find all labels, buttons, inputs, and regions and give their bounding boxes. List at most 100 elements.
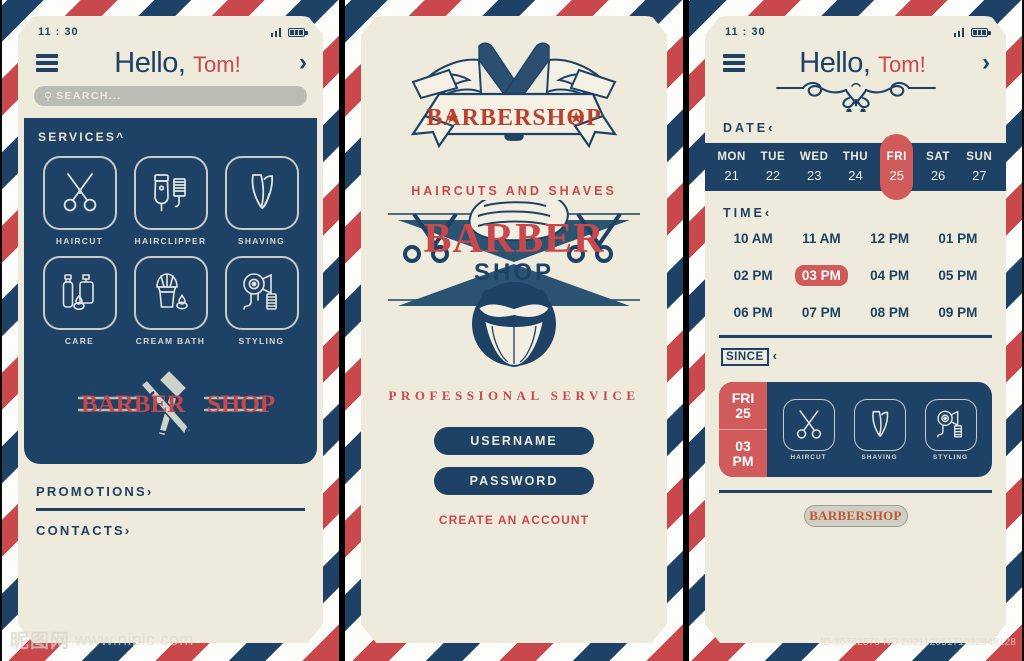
status-bar: 11 : 30 xyxy=(18,16,323,42)
time-slot[interactable]: 11 AM xyxy=(787,228,855,249)
day-thu[interactable]: THU 24 xyxy=(835,151,876,183)
screenshot-stage: 11 : 30 Hello, Tom! › ⚲ SEARCH... SERVIC… xyxy=(0,0,1024,661)
page-title: Hello, Tom! xyxy=(68,48,287,78)
phone-screen-login: BARBERSHOP ★ ★ HAIRCUTS AND SHAVES BARBE… xyxy=(361,16,667,643)
day-fri[interactable]: FRI 25 xyxy=(876,151,917,183)
service-label: CREAM BATH xyxy=(135,336,206,347)
link-promotions[interactable]: PROMOTIONS› xyxy=(36,478,305,505)
panel-separator xyxy=(339,0,345,661)
since-section-header[interactable]: SINCE ‹ xyxy=(705,344,1006,374)
straight-razor-icon xyxy=(224,156,299,231)
service-shaving[interactable]: SHAVING xyxy=(220,156,303,246)
booking-service-styling[interactable]: STYLING xyxy=(924,398,977,461)
link-label: CONTACTS xyxy=(36,522,125,538)
service-label: SHAVING xyxy=(237,236,286,247)
phone-screen-home: 11 : 30 Hello, Tom! › ⚲ SEARCH... SERVIC… xyxy=(18,16,323,643)
hair-dryer-icon xyxy=(924,398,977,451)
time-slot[interactable]: 09 PM xyxy=(924,302,992,323)
booking-date: FRI 25 xyxy=(719,382,767,431)
booking-services: HAIRCUT SHAVING STYLING xyxy=(767,382,992,477)
time-slot[interactable]: 01 PM xyxy=(924,228,992,249)
booking-datetime: FRI 25 03 PM xyxy=(719,382,767,478)
hair-dryer-icon xyxy=(224,256,299,331)
day-sat[interactable]: SAT 26 xyxy=(917,151,958,183)
password-button[interactable]: PASSWORD xyxy=(434,467,594,495)
chevron-right-icon[interactable]: › xyxy=(297,51,307,75)
since-badge: SINCE xyxy=(721,347,769,367)
booking-service-shaving[interactable]: SHAVING xyxy=(853,398,906,461)
divider xyxy=(719,490,992,493)
services-section: SERVICES^ HAIRCUT HAIRCLIPPER SHAVING CA… xyxy=(24,118,317,465)
time-slot[interactable]: 05 PM xyxy=(924,265,992,286)
booking-service-haircut[interactable]: HAIRCUT xyxy=(782,398,835,461)
link-contacts[interactable]: CONTACTS› xyxy=(36,517,305,544)
greeting-text: Hello, xyxy=(799,47,871,79)
service-cream-bath[interactable]: CREAM BATH xyxy=(129,256,212,346)
filigree-divider-icon xyxy=(705,78,1006,113)
brand-lockup: BARBER SHOP xyxy=(38,358,303,454)
signal-bars-icon xyxy=(953,27,964,37)
svg-text:★: ★ xyxy=(445,110,459,127)
time-slot[interactable]: 12 PM xyxy=(856,228,924,249)
svg-text:SHOP: SHOP xyxy=(474,259,554,286)
hamburger-menu-icon[interactable] xyxy=(36,54,58,72)
status-indicators xyxy=(270,27,308,37)
svg-text:★: ★ xyxy=(569,110,583,127)
booking-card[interactable]: FRI 25 03 PM HAIRCUT SHAVING STYLING xyxy=(719,382,992,478)
services-header[interactable]: SERVICES^ xyxy=(38,130,303,144)
day-mon[interactable]: MON 21 xyxy=(711,151,752,183)
time-section-header[interactable]: TIME‹ xyxy=(705,205,1006,228)
day-wed[interactable]: WED 23 xyxy=(794,151,835,183)
bearded-barber-logo-icon: BARBER SHOP PROFESSIONAL SERVICE xyxy=(388,200,640,403)
panel-separator xyxy=(683,0,689,661)
user-name: Tom! xyxy=(193,52,241,77)
service-haircut[interactable]: HAIRCUT xyxy=(38,156,121,246)
greeting-text: Hello, xyxy=(114,47,186,79)
date-section-header[interactable]: DATE‹ xyxy=(705,116,1006,143)
day-sun[interactable]: SUN 27 xyxy=(959,151,1000,183)
search-icon: ⚲ xyxy=(44,90,53,103)
chevron-left-icon: ‹ xyxy=(772,347,780,363)
time-slot[interactable]: 02 PM xyxy=(719,265,787,286)
booking-service-label: STYLING xyxy=(932,453,969,461)
service-label: STYLING xyxy=(238,336,285,347)
scissors-razor-emblem-icon: BARBER SHOP xyxy=(77,369,275,449)
barbershop-cta-button[interactable]: BARBERSHOP xyxy=(803,504,908,527)
divider xyxy=(719,335,992,338)
chevron-left-icon: ‹ xyxy=(764,205,773,221)
time-slot[interactable]: 07 PM xyxy=(787,302,855,323)
create-account-link[interactable]: CREATE AN ACCOUNT xyxy=(439,513,589,527)
winged-razors-crest-icon: BARBERSHOP ★ ★ xyxy=(410,42,618,149)
battery-icon xyxy=(288,27,308,37)
chevron-right-icon[interactable]: › xyxy=(980,51,990,75)
time-slot-selected[interactable]: 03 PM xyxy=(787,265,855,287)
svg-text:SHOP: SHOP xyxy=(207,391,275,418)
chevron-left-icon: ‹ xyxy=(768,120,776,136)
straight-razor-icon xyxy=(853,398,906,451)
search-container: ⚲ SEARCH... xyxy=(18,80,323,118)
time-slot[interactable]: 04 PM xyxy=(856,265,924,286)
hamburger-menu-icon[interactable] xyxy=(723,54,745,72)
battery-icon xyxy=(971,27,991,37)
booking-time: 03 PM xyxy=(732,438,754,469)
scissors-icon xyxy=(782,398,835,451)
time-slot[interactable]: 10 AM xyxy=(719,228,787,249)
panel-home: 11 : 30 Hello, Tom! › ⚲ SEARCH... SERVIC… xyxy=(2,0,339,661)
service-care[interactable]: CARE xyxy=(38,256,121,346)
username-button[interactable]: USERNAME xyxy=(434,427,594,455)
svg-text:BARBER: BARBER xyxy=(81,391,186,418)
service-styling[interactable]: STYLING xyxy=(220,256,303,346)
panel-booking: 11 : 30 Hello, Tom! › DATE‹ MON 21 TUE 2… xyxy=(689,0,1022,661)
search-input[interactable]: ⚲ SEARCH... xyxy=(34,86,307,107)
user-name: Tom! xyxy=(878,52,926,77)
status-bar: 11 : 30 xyxy=(705,16,1006,42)
status-clock: 11 : 30 xyxy=(38,26,79,38)
day-tue[interactable]: TUE 22 xyxy=(752,151,793,183)
time-slot[interactable]: 08 PM xyxy=(856,302,924,323)
service-hairclipper[interactable]: HAIRCLIPPER xyxy=(129,156,212,246)
hair-clipper-icon xyxy=(133,156,208,231)
page-title: Hello, Tom! xyxy=(755,48,970,78)
nav-links: PROMOTIONS› CONTACTS› xyxy=(18,464,323,544)
time-slot[interactable]: 06 PM xyxy=(719,302,787,323)
shaving-brush-icon xyxy=(133,256,208,331)
